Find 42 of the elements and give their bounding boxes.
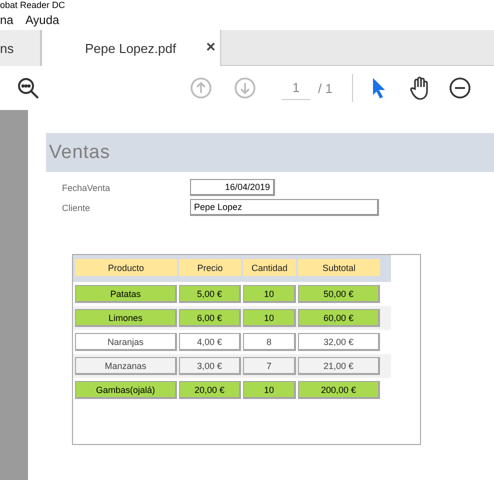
table-cell: Manzanas: [75, 357, 177, 375]
table-cell: Naranjas: [75, 333, 177, 351]
page-total: / 1: [318, 80, 332, 96]
table-cell: 10: [243, 309, 296, 327]
table-cell: 10: [243, 381, 296, 399]
table-cell: 3,00 €: [179, 357, 241, 375]
input-field[interactable]: Pepe Lopez: [190, 199, 379, 216]
table-cell: 21,00 €: [298, 357, 380, 375]
table-cell: 20,00 €: [179, 381, 241, 399]
table-cell: Gambas(ojalá): [75, 381, 177, 399]
column-header: Subtotal: [298, 259, 380, 276]
column-header: Precio: [179, 259, 241, 276]
column-header: Cantidad: [243, 259, 296, 276]
table-cell: 6,00 €: [179, 309, 241, 327]
zoom-out-icon[interactable]: [449, 77, 472, 99]
table-cell: Patatas: [75, 285, 177, 303]
zoom-search-icon[interactable]: [16, 76, 40, 100]
table-cell: 4,00 €: [179, 333, 241, 351]
field-label: Cliente: [62, 202, 92, 212]
menu-item[interactable]: Ayuda: [25, 13, 60, 27]
column-header: Producto: [75, 259, 177, 276]
close-button[interactable]: ×: [206, 39, 216, 57]
table-cell: 5,00 €: [179, 285, 241, 303]
window-title: obat Reader DC: [0, 0, 66, 10]
form-heading: Ventas: [46, 133, 494, 172]
pointer-icon[interactable]: [371, 77, 388, 99]
document-tab[interactable]: Pepe Lopez.pdf ×: [41, 30, 221, 66]
table-cell: 200,00 €: [298, 381, 380, 399]
table-cell: 8: [243, 333, 296, 351]
table-cell: 32,00 €: [298, 333, 380, 351]
table-cell: 10: [243, 285, 296, 303]
document-tab[interactable]: ns: [0, 30, 41, 66]
tab-label: ns: [0, 40, 14, 56]
table-cell: Limones: [75, 309, 177, 327]
field-label: FechaVenta: [62, 182, 112, 192]
tab-label: Pepe Lopez.pdf: [85, 40, 176, 56]
menu-item[interactable]: na: [0, 13, 14, 27]
table-cell: 60,00 €: [298, 309, 380, 327]
table-cell: 50,00 €: [298, 285, 380, 303]
page-number-field[interactable]: 1: [282, 76, 310, 100]
table-cell: 7: [243, 357, 296, 375]
input-field[interactable]: 16/04/2019: [190, 179, 275, 196]
